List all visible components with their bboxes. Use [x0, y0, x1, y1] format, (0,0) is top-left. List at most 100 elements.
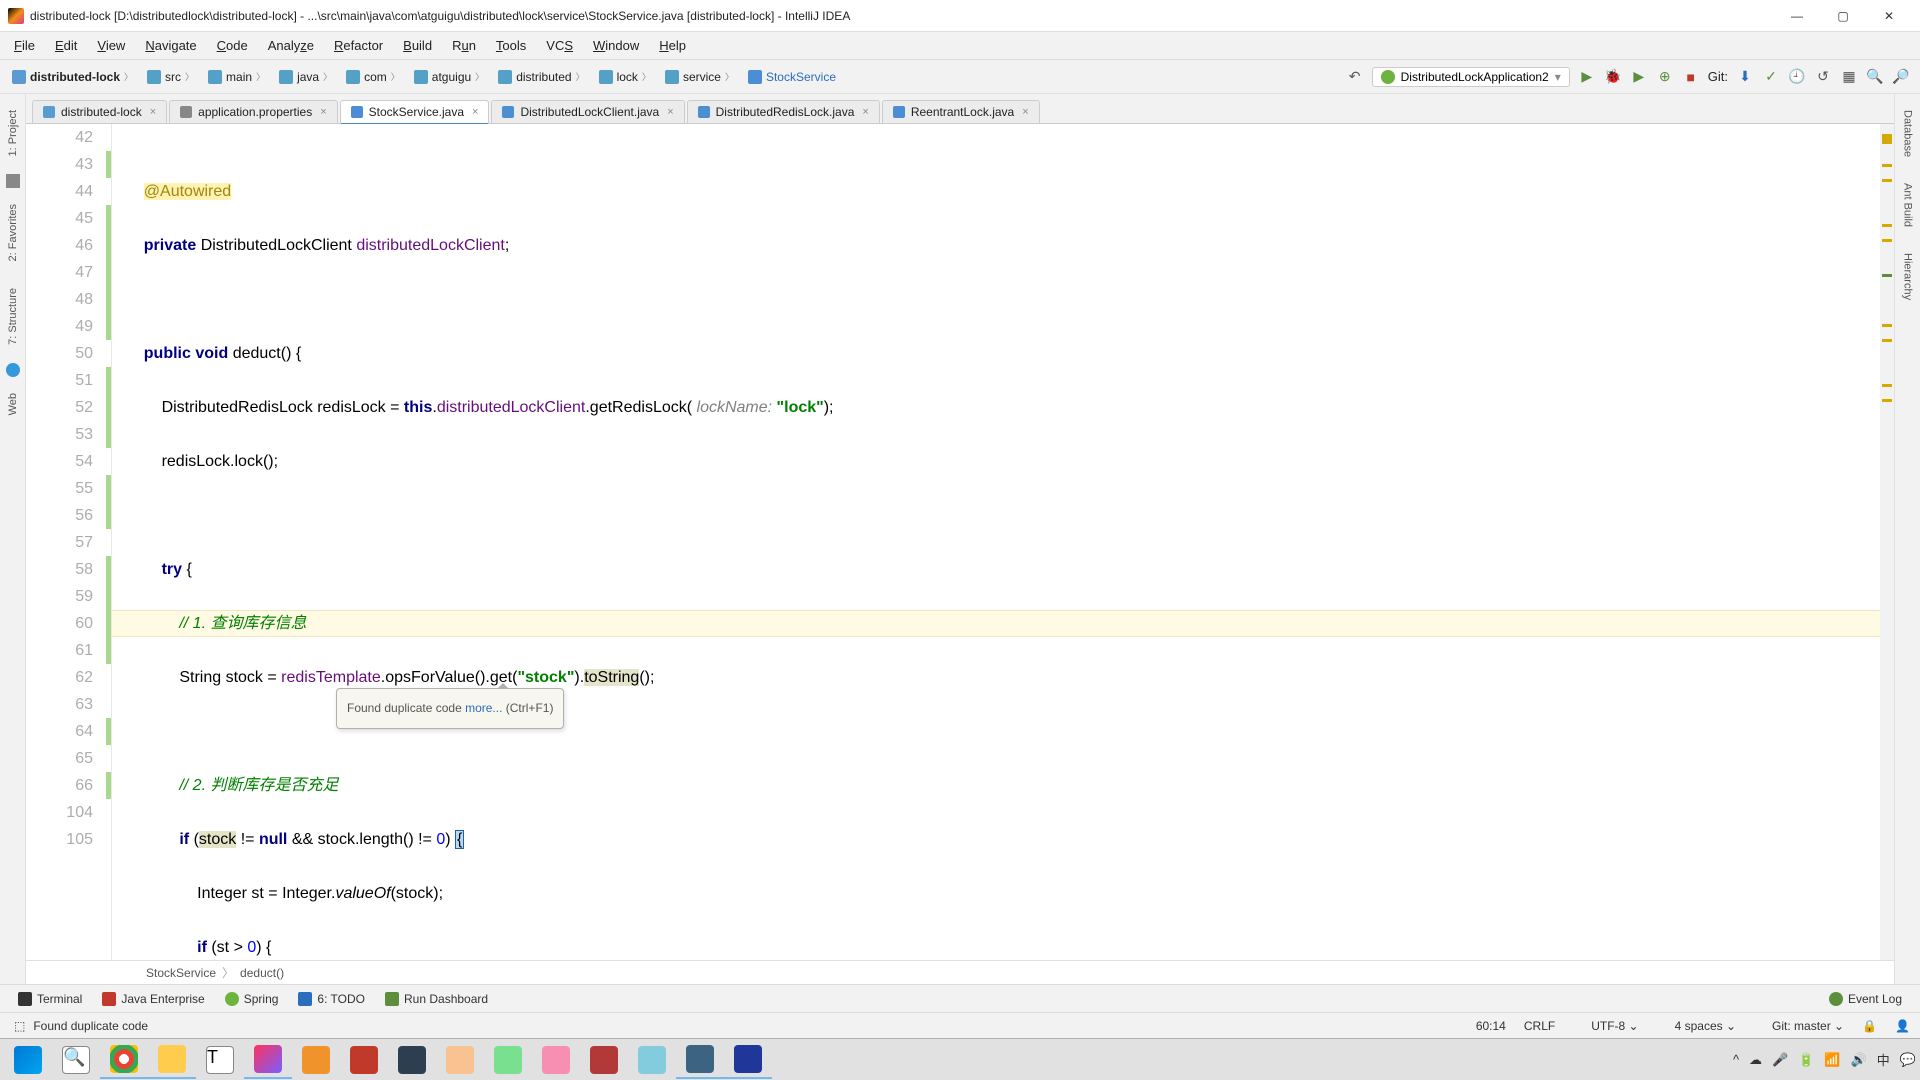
breadcrumb-java[interactable]: java〉	[273, 68, 338, 86]
tray-wifi-icon[interactable]: 📶	[1824, 1052, 1840, 1068]
task-app-blue[interactable]	[676, 1041, 724, 1079]
minimize-button[interactable]: —	[1774, 0, 1820, 32]
status-hector-icon[interactable]: 👤	[1895, 1019, 1910, 1033]
git-history-icon[interactable]: 🕘	[1784, 64, 1810, 90]
breadcrumb-service[interactable]: service〉	[659, 68, 740, 86]
task-intellij[interactable]	[244, 1041, 292, 1079]
gutter[interactable]: 42 43 44 45 46 47 48 49 50 51 52 53 54 5…	[26, 124, 112, 960]
coverage-icon[interactable]: ▶	[1626, 64, 1652, 90]
menu-refactor[interactable]: Refactor	[324, 34, 393, 57]
status-indent[interactable]: 4 spaces ⌄	[1657, 1019, 1736, 1033]
status-line-sep[interactable]: CRLF	[1524, 1019, 1555, 1033]
status-encoding[interactable]: UTF-8 ⌄	[1573, 1019, 1638, 1033]
menu-window[interactable]: Window	[583, 34, 649, 57]
menu-code[interactable]: Code	[207, 34, 258, 57]
git-commit-icon[interactable]: ✓	[1758, 64, 1784, 90]
code-editor[interactable]: 42 43 44 45 46 47 48 49 50 51 52 53 54 5…	[26, 124, 1894, 960]
tooltip-more-link[interactable]: more...	[465, 701, 502, 715]
menu-help[interactable]: Help	[649, 34, 696, 57]
crumb-class[interactable]: StockService	[146, 966, 216, 980]
task-chrome[interactable]	[100, 1041, 148, 1079]
git-pull-icon[interactable]: ⬇	[1732, 64, 1758, 90]
profile-icon[interactable]: ⊕	[1652, 64, 1678, 90]
crumb-method[interactable]: deduct()	[240, 966, 284, 980]
menu-vcs[interactable]: VCS	[536, 34, 583, 57]
tool-event-log[interactable]: Event Log	[1819, 990, 1912, 1008]
start-button[interactable]	[4, 1041, 52, 1079]
tool-ant[interactable]: Ant Build	[1900, 173, 1916, 237]
tool-favorites[interactable]: 2: Favorites	[5, 194, 21, 271]
tool-unknown-icon[interactable]	[6, 174, 20, 188]
menu-run[interactable]: Run	[442, 34, 486, 57]
menu-tools[interactable]: Tools	[486, 34, 536, 57]
search-everywhere-icon[interactable]: 🔍	[1862, 64, 1888, 90]
task-app-redbox[interactable]	[580, 1041, 628, 1079]
tray-notifications-icon[interactable]: 💬	[1900, 1052, 1916, 1068]
tool-todo[interactable]: 6: TODO	[288, 990, 375, 1008]
error-stripe[interactable]	[1880, 124, 1894, 960]
git-revert-icon[interactable]: ↺	[1810, 64, 1836, 90]
tab-reentrantlock[interactable]: ReentrantLock.java×	[882, 100, 1040, 123]
menu-build[interactable]: Build	[393, 34, 442, 57]
project-structure-icon[interactable]: ▦	[1836, 64, 1862, 90]
task-app-pen[interactable]	[436, 1041, 484, 1079]
close-button[interactable]: ✕	[1866, 0, 1912, 32]
tool-spring[interactable]: Spring	[215, 990, 289, 1008]
find-icon[interactable]: 🔎	[1888, 64, 1914, 90]
menu-navigate[interactable]: Navigate	[135, 34, 206, 57]
tray-chevron-icon[interactable]: ^	[1733, 1052, 1739, 1067]
tab-distributedlockclient[interactable]: DistributedLockClient.java×	[491, 100, 684, 123]
task-app-note[interactable]	[484, 1041, 532, 1079]
tool-run-dashboard[interactable]: Run Dashboard	[375, 990, 498, 1008]
breadcrumb-src[interactable]: src〉	[141, 68, 200, 86]
status-git-branch[interactable]: Git: master ⌄	[1754, 1019, 1844, 1033]
task-explorer[interactable]	[148, 1041, 196, 1079]
tray-volume-icon[interactable]: 🔊	[1851, 1052, 1867, 1068]
tray-onedrive-icon[interactable]: ☁	[1749, 1052, 1762, 1068]
task-app-swirl[interactable]	[628, 1041, 676, 1079]
menu-file[interactable]: File	[4, 34, 45, 57]
status-caret-pos[interactable]: 60:14	[1476, 1019, 1506, 1033]
task-app-pink[interactable]	[532, 1041, 580, 1079]
breadcrumb-distributed[interactable]: distributed〉	[492, 68, 590, 86]
tray-battery-icon[interactable]: 🔋	[1798, 1052, 1814, 1068]
run-config-selector[interactable]: DistributedLockApplication2 ▾	[1372, 67, 1570, 87]
tab-stockservice[interactable]: StockService.java×	[340, 100, 490, 123]
tray-mic-icon[interactable]: 🎤	[1772, 1052, 1788, 1068]
tool-web[interactable]: Web	[5, 383, 21, 425]
back-icon[interactable]: ↶	[1342, 64, 1368, 90]
tab-distributedredislock[interactable]: DistributedRedisLock.java×	[687, 100, 880, 123]
status-lock-icon[interactable]: 🔒	[1862, 1019, 1877, 1033]
breadcrumb-lock[interactable]: lock〉	[593, 68, 657, 86]
task-app-red[interactable]	[340, 1041, 388, 1079]
tool-structure[interactable]: 7: Structure	[5, 278, 21, 355]
menu-edit[interactable]: Edit	[45, 34, 87, 57]
tab-distributed-lock[interactable]: distributed-lock×	[32, 100, 167, 123]
tool-project[interactable]: 1: Project	[5, 100, 21, 166]
tool-java-enterprise[interactable]: Java Enterprise	[92, 990, 214, 1008]
tool-web-icon[interactable]	[6, 363, 20, 377]
search-button[interactable]: 🔍	[52, 1041, 100, 1079]
task-app-scr[interactable]	[724, 1041, 772, 1079]
debug-icon[interactable]: 🐞	[1600, 64, 1626, 90]
task-app-dark[interactable]	[388, 1041, 436, 1079]
breadcrumb-class[interactable]: StockService	[742, 68, 842, 86]
code-content[interactable]: @Autowired private DistributedLockClient…	[112, 124, 1880, 960]
task-text[interactable]: T	[196, 1041, 244, 1079]
tab-application-properties[interactable]: application.properties×	[169, 100, 338, 123]
tool-terminal[interactable]: Terminal	[8, 990, 92, 1008]
tool-hierarchy[interactable]: Hierarchy	[1900, 243, 1916, 310]
stop-icon[interactable]: ■	[1678, 64, 1704, 90]
menu-view[interactable]: View	[87, 34, 135, 57]
maximize-button[interactable]: ▢	[1820, 0, 1866, 32]
menu-analyze[interactable]: Analyze	[258, 34, 324, 57]
breadcrumb-main[interactable]: main〉	[202, 68, 271, 86]
task-app-orange[interactable]	[292, 1041, 340, 1079]
breadcrumb-atguigu[interactable]: atguigu〉	[408, 68, 490, 86]
breadcrumb-root[interactable]: distributed-lock〉	[6, 68, 139, 86]
system-tray[interactable]: ^ ☁ 🎤 🔋 📶 🔊 中 💬	[1733, 1050, 1916, 1069]
breadcrumb-com[interactable]: com〉	[340, 68, 406, 86]
run-icon[interactable]: ▶	[1574, 64, 1600, 90]
tool-database[interactable]: Database	[1900, 100, 1916, 167]
tray-ime-icon[interactable]: 中	[1877, 1050, 1890, 1069]
